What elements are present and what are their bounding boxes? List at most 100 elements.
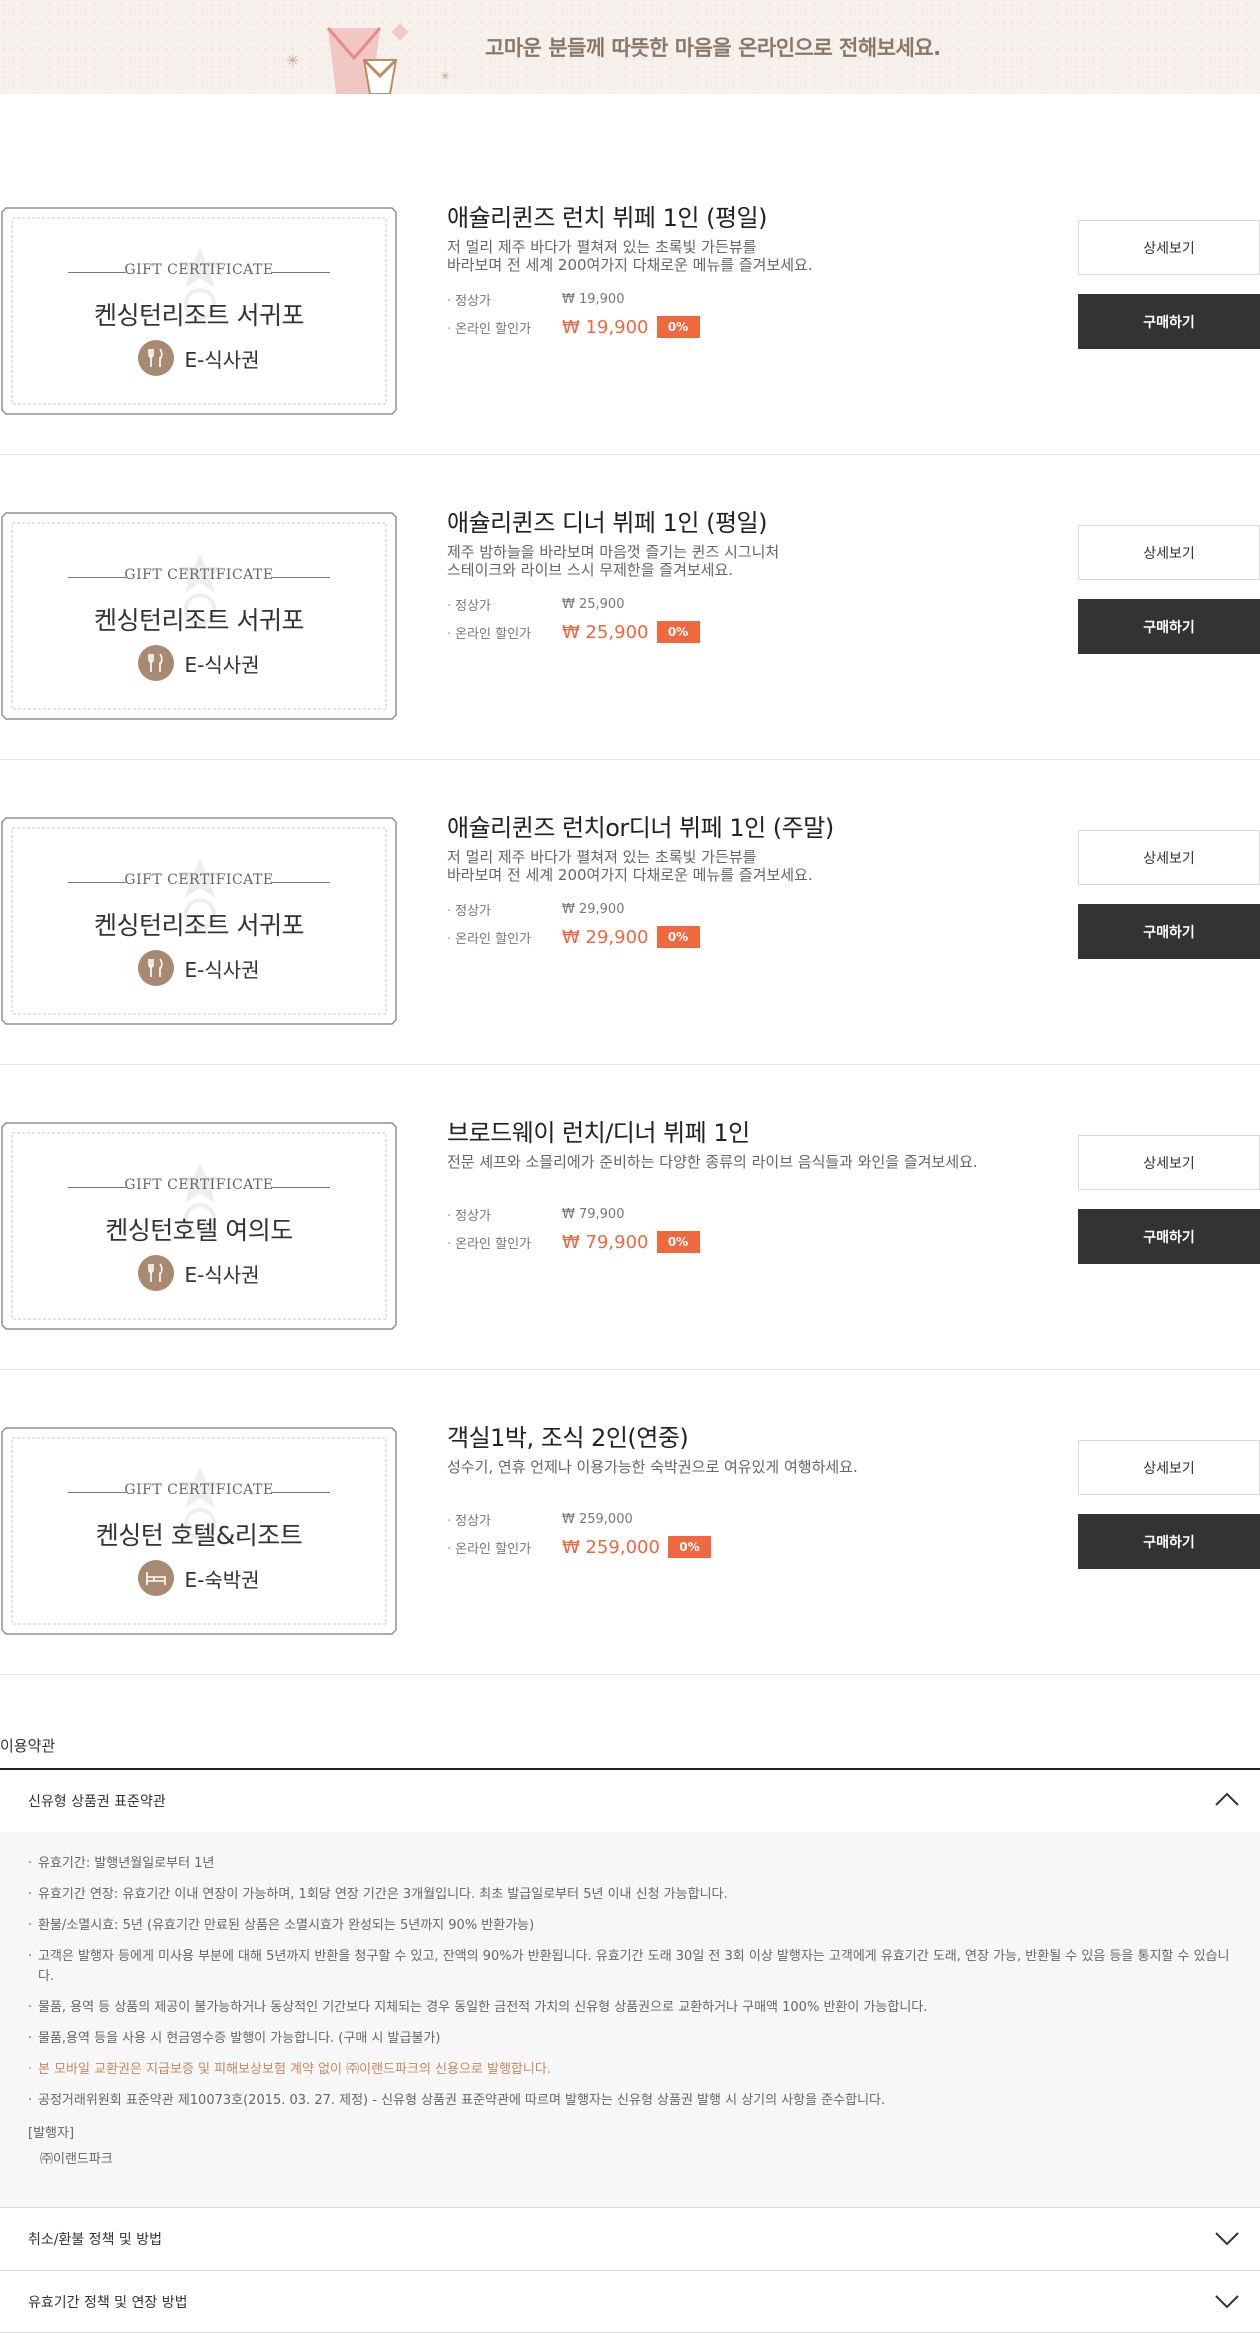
terms-item: 유효기간 연장: 유효기간 이내 연장이 가능하며, 1회당 연장 기간은 3개…: [28, 1885, 1232, 1905]
sale-price-label: 온라인 할인가: [447, 1538, 562, 1557]
accordion-validity-policy[interactable]: 유효기간 정책 및 연장 방법: [0, 2271, 1260, 2333]
description-line: 저 멀리 제주 바다가 펼쳐져 있는 초록빛 가든뷰를: [447, 238, 757, 256]
detail-button[interactable]: 상세보기: [1078, 525, 1260, 580]
promo-banner: ✳ ✳ 고마운 분들께 따뜻한 마음을 온라인으로 전해보세요.: [0, 0, 1260, 94]
sale-price-label: 온라인 할인가: [447, 318, 562, 337]
regular-price: ₩ 79,900: [562, 1207, 625, 1222]
sale-price-row: 온라인 할인가 ₩ 79,900 0%: [447, 1231, 700, 1253]
cert-type-label: E-식사권: [184, 347, 260, 372]
detail-button[interactable]: 상세보기: [1078, 220, 1260, 275]
regular-price-label: 정상가: [447, 595, 562, 614]
gift-certificate-card: GIFT CERTIFICATE 켄싱턴리조트 서귀포 E-식사권: [0, 511, 398, 721]
cert-divider: [272, 1492, 330, 1493]
description-line: 바라보며 전 세계 200여가지 다채로운 메뉴를 즐겨보세요.: [447, 866, 813, 884]
cert-type: E-식사권: [0, 645, 398, 681]
product-description: 전문 셰프와 소믈리에가 준비하는 다양한 종류의 라이브 음식들과 와인을 즐…: [447, 1153, 978, 1171]
cert-label: GIFT CERTIFICATE: [124, 1482, 274, 1498]
regular-price-row: 정상가 ₩ 79,900: [447, 1205, 624, 1224]
product-title: 애슐리퀸즈 디너 뷔페 1인 (평일): [447, 509, 767, 537]
detail-button[interactable]: 상세보기: [1078, 1135, 1260, 1190]
cert-name: 켄싱턴리조트 서귀포: [94, 606, 304, 635]
dining-icon: [138, 340, 175, 376]
regular-price-row: 정상가 ₩ 29,900: [447, 900, 624, 919]
gift-certificate-card: GIFT CERTIFICATE 켄싱턴리조트 서귀포 E-식사권: [0, 206, 398, 416]
regular-price-row: 정상가 ₩ 259,000: [447, 1510, 633, 1529]
terms-item: 환불/소멸시효: 5년 (유효기간 만료된 상품은 소멸시효가 완성되는 5년까…: [28, 1916, 1232, 1936]
regular-price-label: 정상가: [447, 1510, 562, 1529]
terms-list: 유효기간: 발행년월일로부터 1년유효기간 연장: 유효기간 이내 연장이 가능…: [28, 1854, 1232, 2111]
sale-price-label: 온라인 할인가: [447, 1233, 562, 1252]
gift-certificate-card: GIFT CERTIFICATE 켄싱턴리조트 서귀포 E-식사권: [0, 816, 398, 1026]
sale-price-label: 온라인 할인가: [447, 928, 562, 947]
cert-name: 켄싱턴 호텔&리조트: [95, 1521, 303, 1550]
regular-price: ₩ 29,900: [562, 902, 625, 917]
terms-title: 이용약관: [0, 1737, 56, 1755]
regular-price-label: 정상가: [447, 900, 562, 919]
discount-badge: 0%: [656, 316, 700, 338]
accordion-label: 신유형 상품권 표준약관: [28, 1794, 166, 1810]
cert-type: E-숙박권: [0, 1560, 398, 1596]
regular-price-label: 정상가: [447, 290, 562, 309]
cert-label: GIFT CERTIFICATE: [124, 1177, 274, 1193]
detail-button[interactable]: 상세보기: [1078, 1440, 1260, 1495]
terms-item: 유효기간: 발행년월일로부터 1년: [28, 1854, 1232, 1874]
sale-price: ₩ 19,900: [562, 316, 649, 338]
product-item: GIFT CERTIFICATE 켄싱턴호텔 여의도 E-식사권 브로드웨이 런…: [0, 1065, 1260, 1370]
cert-label: GIFT CERTIFICATE: [124, 872, 274, 888]
accordion-content: 유효기간: 발행년월일로부터 1년유효기간 연장: 유효기간 이내 연장이 가능…: [0, 1832, 1260, 2207]
regular-price-label: 정상가: [447, 1205, 562, 1224]
discount-badge: 0%: [656, 926, 700, 948]
sale-price-row: 온라인 할인가 ₩ 25,900 0%: [447, 621, 700, 643]
buy-button[interactable]: 구매하기: [1078, 294, 1260, 349]
cert-name: 켄싱턴리조트 서귀포: [94, 911, 304, 940]
terms-item: 공정거래위원회 표준약관 제10073호(2015. 03. 27. 제정) -…: [28, 2091, 1232, 2111]
sale-price-row: 온라인 할인가 ₩ 19,900 0%: [447, 316, 700, 338]
terms-item: 본 모바일 교환권은 지급보증 및 피해보상보험 계약 없이 ㈜이랜드파크의 신…: [28, 2060, 1232, 2080]
sale-price-row: 온라인 할인가 ₩ 29,900 0%: [447, 926, 700, 948]
chevron-down-icon: [1215, 2295, 1239, 2309]
product-description: 제주 밤하늘을 바라보며 마음껏 즐기는 퀸즈 시그니처 스테이크와 라이브 스시…: [447, 543, 967, 579]
accordion-label: 취소/환불 정책 및 방법: [28, 2232, 162, 2248]
terms-item: 물품, 용역 등 상품의 제공이 불가능하거나 동상적인 기간보다 지체되는 경…: [28, 1998, 1232, 2018]
buy-button[interactable]: 구매하기: [1078, 904, 1260, 959]
description-line: 전문 셰프와 소믈리에가 준비하는 다양한 종류의 라이브 음식들과 와인을 즐…: [447, 1153, 978, 1171]
banner-text: 고마운 분들께 따뜻한 마음을 온라인으로 전해보세요.: [485, 36, 941, 60]
product-description: 저 멀리 제주 바다가 펼쳐져 있는 초록빛 가든뷰를 바라보며 전 세계 200…: [447, 238, 967, 274]
buy-button[interactable]: 구매하기: [1078, 1209, 1260, 1264]
product-item: GIFT CERTIFICATE 켄싱턴리조트 서귀포 E-식사권 애슐리퀸즈 …: [0, 760, 1260, 1065]
issuer-name: ㈜이랜드파크: [40, 2152, 113, 2167]
description-line: 스테이크와 라이브 스시 무제한을 즐겨보세요.: [447, 561, 734, 579]
cert-type: E-식사권: [0, 340, 398, 376]
sale-price-label: 온라인 할인가: [447, 623, 562, 642]
buy-button[interactable]: 구매하기: [1078, 1514, 1260, 1569]
cert-name: 켄싱턴호텔 여의도: [105, 1216, 293, 1245]
product-title: 애슐리퀸즈 런치or디너 뷔페 1인 (주말): [447, 814, 834, 842]
detail-button[interactable]: 상세보기: [1078, 830, 1260, 885]
cert-type: E-식사권: [0, 950, 398, 986]
bed-icon: [138, 1560, 175, 1596]
product-title: 객실1박, 조식 2인(연중): [447, 1424, 689, 1452]
cert-type-label: E-식사권: [184, 652, 260, 677]
discount-badge: 0%: [656, 1231, 700, 1253]
accordion-refund-policy[interactable]: 취소/환불 정책 및 방법: [0, 2208, 1260, 2270]
chevron-down-icon: [1215, 2232, 1239, 2246]
accordion-standard-terms[interactable]: 신유형 상품권 표준약관: [0, 1770, 1260, 1832]
cert-divider: [272, 272, 330, 273]
product-item: GIFT CERTIFICATE 켄싱턴리조트 서귀포 E-식사권 애슐리퀸즈 …: [0, 455, 1260, 760]
dining-icon: [138, 645, 175, 681]
buy-button[interactable]: 구매하기: [1078, 599, 1260, 654]
cert-label: GIFT CERTIFICATE: [124, 567, 274, 583]
sale-price: ₩ 259,000: [562, 1536, 660, 1558]
accordion-label: 유효기간 정책 및 연장 방법: [28, 2295, 188, 2311]
product-description: 성수기, 연휴 언제나 이용가능한 숙박권으로 여유있게 여행하세요.: [447, 1458, 967, 1476]
sale-price: ₩ 79,900: [562, 1231, 649, 1253]
product-title: 브로드웨이 런치/디너 뷔페 1인: [447, 1119, 750, 1147]
sale-price: ₩ 25,900: [562, 621, 649, 643]
gift-certificate-card: GIFT CERTIFICATE 켄싱턴 호텔&리조트 E-숙박권: [0, 1426, 398, 1636]
cert-divider: [272, 1187, 330, 1188]
chevron-up-icon: [1215, 1792, 1239, 1806]
sale-price: ₩ 29,900: [562, 926, 649, 948]
svg-text:✳: ✳: [440, 69, 450, 83]
cert-name: 켄싱턴리조트 서귀포: [94, 301, 304, 330]
product-description: 저 멀리 제주 바다가 펼쳐져 있는 초록빛 가든뷰를 바라보며 전 세계 200…: [447, 848, 967, 884]
